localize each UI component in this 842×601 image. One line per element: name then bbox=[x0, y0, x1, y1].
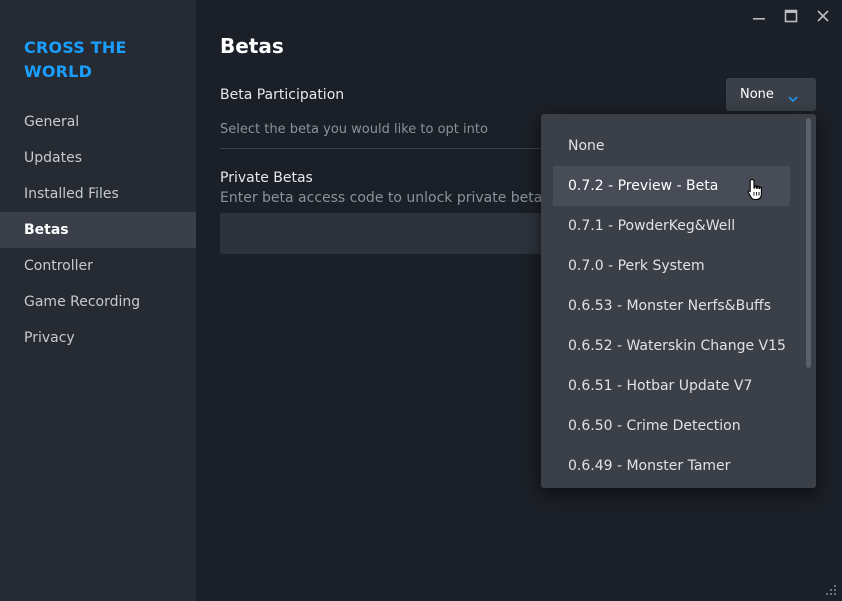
beta-participation-label: Beta Participation bbox=[220, 87, 345, 103]
hand-cursor-icon bbox=[747, 178, 765, 207]
beta-option[interactable]: 0.6.52 - Waterskin Change V15 bbox=[553, 326, 790, 366]
chevron-down-icon bbox=[788, 90, 798, 108]
page-title: Betas bbox=[220, 34, 284, 58]
sidebar-item-general[interactable]: General bbox=[0, 104, 196, 140]
sidebar-item-installed-files[interactable]: Installed Files bbox=[0, 176, 196, 212]
beta-option[interactable]: 0.6.53 - Monster Nerfs&Buffs bbox=[553, 286, 790, 326]
sidebar-item-privacy[interactable]: Privacy bbox=[0, 320, 196, 356]
beta-option[interactable]: 0.6.50 - Crime Detection bbox=[553, 406, 790, 446]
beta-dropdown-menu: None 0.7.2 - Preview - Beta 0.7.1 - Powd… bbox=[541, 114, 816, 488]
sidebar: CROSS THE WORLD General Updates Installe… bbox=[0, 0, 196, 601]
menu-scrollbar[interactable] bbox=[806, 118, 811, 368]
beta-option[interactable]: None bbox=[553, 126, 790, 166]
sidebar-item-controller[interactable]: Controller bbox=[0, 248, 196, 284]
sidebar-item-updates[interactable]: Updates bbox=[0, 140, 196, 176]
beta-option[interactable]: 0.6.51 - Hotbar Update V7 bbox=[553, 366, 790, 406]
beta-participation-description: Select the beta you would like to opt in… bbox=[220, 122, 488, 137]
sidebar-nav: General Updates Installed Files Betas Co… bbox=[0, 104, 196, 356]
beta-option[interactable]: 0.7.0 - Perk System bbox=[553, 246, 790, 286]
sidebar-item-betas[interactable]: Betas bbox=[0, 212, 196, 248]
beta-option[interactable]: 0.7.1 - PowderKeg&Well bbox=[553, 206, 790, 246]
private-betas-description: Enter beta access code to unlock private… bbox=[220, 190, 555, 206]
resize-grip-icon[interactable] bbox=[824, 583, 838, 597]
beta-select-dropdown[interactable]: None bbox=[726, 78, 816, 111]
beta-option[interactable]: 0.6.49 - Monster Tamer bbox=[553, 446, 790, 486]
beta-select-value: None bbox=[740, 87, 774, 102]
sidebar-item-game-recording[interactable]: Game Recording bbox=[0, 284, 196, 320]
game-title: CROSS THE WORLD bbox=[24, 38, 127, 81]
private-betas-label: Private Betas bbox=[220, 170, 313, 186]
